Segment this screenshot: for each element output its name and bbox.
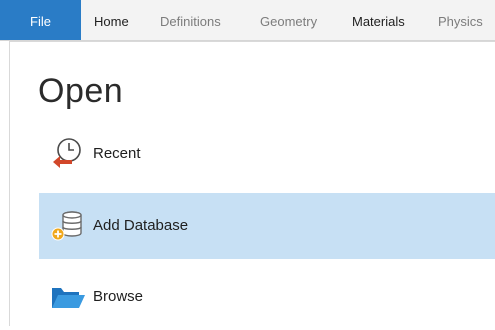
tab-home[interactable]: Home (94, 0, 129, 40)
folder-icon (52, 288, 85, 308)
browse-label: Browse (93, 288, 144, 305)
ribbon-tab-bar: File Home Definitions Geometry Materials… (0, 0, 495, 41)
tab-physics[interactable]: Physics (438, 0, 483, 40)
add-database-icon (51, 211, 82, 241)
add-database-label: Add Database (93, 217, 189, 234)
tab-geometry[interactable]: Geometry (260, 0, 317, 40)
tab-materials[interactable]: Materials (352, 0, 405, 40)
add-database-item[interactable]: Add Database (39, 193, 495, 259)
recent-clock-icon (53, 138, 81, 168)
open-panel: Open Recent Add Database Browse (9, 41, 495, 326)
browse-item[interactable]: Browse (39, 264, 495, 330)
recent-label: Recent (93, 145, 141, 162)
page-title: Open (38, 72, 124, 110)
recent-item[interactable]: Recent (39, 122, 495, 186)
tab-definitions[interactable]: Definitions (160, 0, 221, 40)
tab-file[interactable]: File (0, 0, 81, 40)
